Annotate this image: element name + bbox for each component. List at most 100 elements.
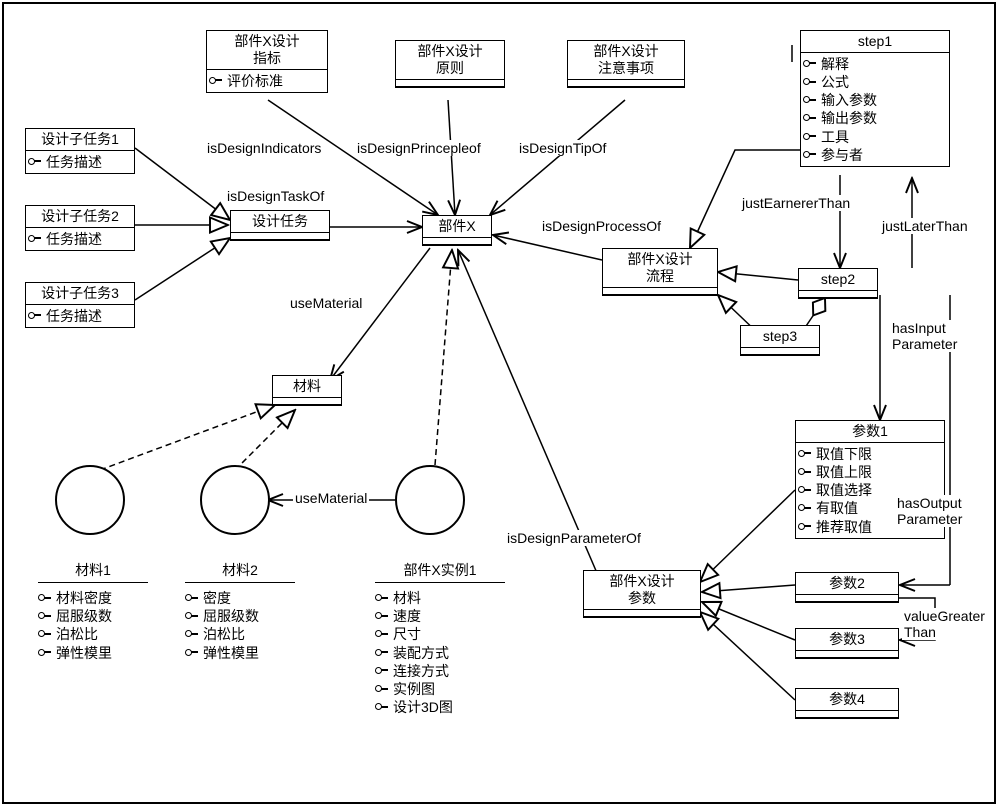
label-justLaterThan: justLaterThan [880, 218, 970, 234]
box-title: 部件X设计 注意事项 [568, 41, 684, 80]
attr-text: 评价标准 [227, 72, 283, 90]
key-icon [375, 683, 389, 695]
key-icon [375, 647, 389, 659]
box-material: 材料 [272, 375, 342, 406]
label-valueGreaterThan: valueGreater Than [902, 608, 987, 640]
attr-row: 取值上限 [798, 463, 942, 481]
key-icon [209, 75, 223, 87]
attr-text: 推荐取值 [816, 518, 872, 536]
attr-row: 尺寸 [375, 625, 505, 643]
attr-row: 装配方式 [375, 644, 505, 662]
box-title: 设计子任务3 [26, 283, 134, 305]
attr-row: 取值下限 [798, 445, 942, 463]
box-title: 部件X [423, 216, 491, 238]
attr-row: 连接方式 [375, 662, 505, 680]
box-title: step2 [799, 269, 877, 291]
key-icon [798, 448, 812, 460]
key-icon [185, 647, 199, 659]
attr-row: 材料 [375, 589, 505, 607]
attr-row: 屈服级数 [38, 607, 148, 625]
key-icon [28, 310, 42, 322]
box-title: 参数3 [796, 629, 898, 651]
key-icon [38, 610, 52, 622]
key-icon [375, 610, 389, 622]
instance-name: 材料1 [38, 560, 148, 583]
attr-text: 参与者 [821, 146, 863, 164]
attr-text: 输入参数 [821, 91, 877, 109]
attr-text: 弹性模里 [203, 644, 259, 662]
attr-text: 泊松比 [56, 625, 98, 643]
attr-text: 速度 [393, 607, 421, 625]
box-principle: 部件X设计 原则 [395, 40, 505, 88]
key-icon [185, 592, 199, 604]
attr-text: 屈服级数 [56, 607, 112, 625]
instance-name: 部件X实例1 [375, 560, 505, 583]
label-hasOutputParameter: hasOutput Parameter [895, 495, 964, 527]
key-icon [798, 484, 812, 496]
attr-row: 任务描述 [28, 153, 132, 171]
box-subtask1: 设计子任务1 任务描述 [25, 128, 135, 174]
label-isDesignIndicators: isDesignIndicators [205, 140, 323, 156]
attr-text: 任务描述 [46, 153, 102, 171]
label-hasInputParameter: hasInput Parameter [890, 320, 959, 352]
key-icon [38, 628, 52, 640]
key-icon [38, 647, 52, 659]
attr-text: 材料密度 [56, 589, 112, 607]
box-title: 设计子任务1 [26, 129, 134, 151]
label-isDesignPrincepleof: isDesignPrincepleof [355, 140, 483, 156]
attr-text: 设计3D图 [393, 698, 453, 716]
box-component-x: 部件X [422, 215, 492, 246]
attr-row: 参与者 [803, 146, 947, 164]
attr-row: 速度 [375, 607, 505, 625]
diagram-canvas: 部件X设计 指标 评价标准 部件X设计 原则 部件X设计 注意事项 step1 … [0, 0, 1000, 808]
key-icon [798, 502, 812, 514]
box-process: 部件X设计 流程 [602, 248, 718, 296]
box-title: 材料 [273, 376, 341, 398]
key-icon [38, 592, 52, 604]
attr-text: 取值选择 [816, 481, 872, 499]
attr-text: 连接方式 [393, 662, 449, 680]
attr-row: 泊松比 [38, 625, 148, 643]
attr-text: 泊松比 [203, 625, 245, 643]
box-design-param: 部件X设计 参数 [583, 570, 701, 618]
label-isDesignProcessOf: isDesignProcessOf [540, 218, 663, 234]
instance-circle-componentx-inst [395, 465, 465, 535]
attr-row: 弹性模里 [185, 644, 295, 662]
box-subtask3: 设计子任务3 任务描述 [25, 282, 135, 328]
box-tips: 部件X设计 注意事项 [567, 40, 685, 88]
label-isDesignTaskOf: isDesignTaskOf [225, 188, 326, 204]
attr-text: 输出参数 [821, 109, 877, 127]
attr-text: 工具 [821, 128, 849, 146]
box-title: 部件X设计 流程 [603, 249, 717, 288]
attr-text: 有取值 [816, 499, 858, 517]
box-title: 参数4 [796, 689, 898, 711]
attr-row: 工具 [803, 128, 947, 146]
box-subtask2: 设计子任务2 任务描述 [25, 205, 135, 251]
attr-text: 装配方式 [393, 644, 449, 662]
attr-row: 任务描述 [28, 230, 132, 248]
instance-name: 材料2 [185, 560, 295, 583]
instance-circle-material2 [200, 465, 270, 535]
key-icon [803, 149, 817, 161]
key-icon [803, 58, 817, 70]
key-icon [185, 610, 199, 622]
box-title: 参数1 [796, 421, 944, 443]
attr-row: 评价标准 [209, 72, 325, 90]
attr-text: 实例图 [393, 680, 435, 698]
key-icon [375, 665, 389, 677]
box-title: step1 [801, 31, 949, 53]
instance-componentx: 部件X实例1 材料 速度 尺寸 装配方式 连接方式 实例图 设计3D图 [375, 560, 505, 716]
box-step2: step2 [798, 268, 878, 299]
box-title: 部件X设计 原则 [396, 41, 504, 80]
attr-row: 材料密度 [38, 589, 148, 607]
box-param2: 参数2 [795, 572, 899, 603]
box-title: 参数2 [796, 573, 898, 595]
box-title: 部件X设计 参数 [584, 571, 700, 610]
key-icon [803, 131, 817, 143]
attr-row: 屈服级数 [185, 607, 295, 625]
key-icon [375, 628, 389, 640]
attr-row: 实例图 [375, 680, 505, 698]
box-design-task: 设计任务 [230, 210, 330, 241]
label-isDesignTipOf: isDesignTipOf [517, 140, 608, 156]
key-icon [803, 112, 817, 124]
